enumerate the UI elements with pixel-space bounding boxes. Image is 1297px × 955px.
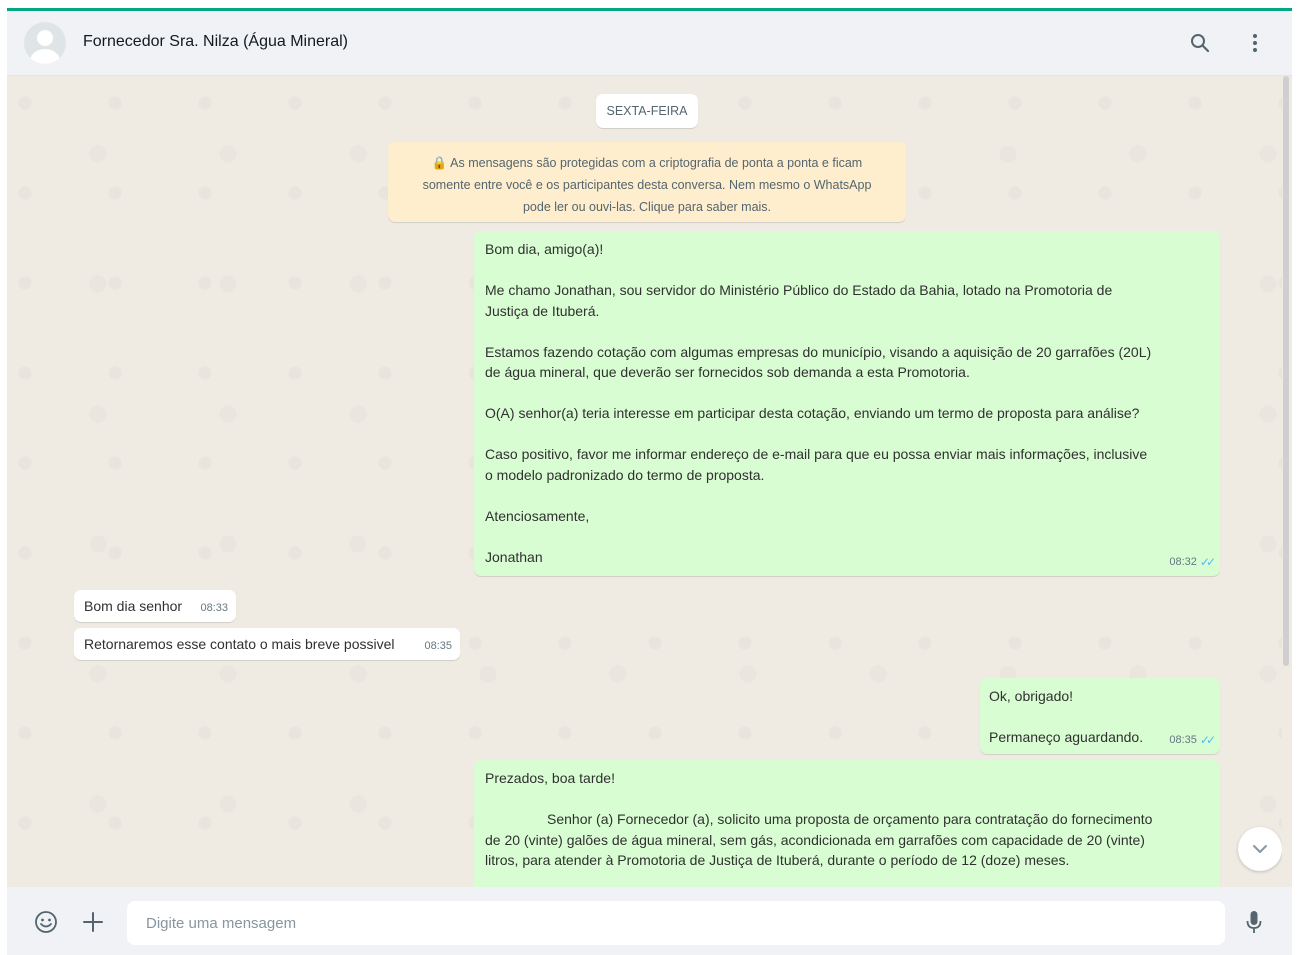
- message-text: o modelo padronizado do termo de propost…: [485, 466, 765, 483]
- read-ticks-icon: ✓✓: [1199, 732, 1216, 747]
- message-text: Ok, obrigado!: [989, 688, 1074, 704]
- message-text: Retornaremos esse contato o mais breve p…: [84, 636, 395, 652]
- encryption-notice[interactable]: 🔒 As mensagens são protegidas com a crip…: [388, 142, 906, 222]
- incoming-message[interactable]: Retornaremos esse contato o mais breve p…: [74, 628, 460, 660]
- message-text: de água mineral, que deverão ser forneci…: [485, 364, 970, 380]
- outgoing-message[interactable]: Prezados, boa tarde! Senhor (a) Forneced…: [474, 760, 1220, 887]
- message-time: 08:33: [200, 601, 228, 614]
- chevron-down-icon: [1253, 845, 1267, 853]
- message-time: 08:35: [424, 639, 452, 652]
- encryption-notice-line: As mensagens são protegidas com a cripto…: [450, 156, 863, 170]
- lock-icon: 🔒: [431, 156, 448, 170]
- message-text: Jonathan: [485, 548, 543, 565]
- outgoing-message[interactable]: Bom dia, amigo(a)! Me chamo Jonathan, so…: [474, 231, 1220, 576]
- menu-icon[interactable]: [1242, 30, 1268, 56]
- scroll-down-button[interactable]: [1238, 827, 1282, 871]
- message-input[interactable]: [127, 901, 1225, 945]
- message-text: O(A) senhor(a) teria interesse em partic…: [485, 405, 1140, 421]
- message-text: Senhor (a) Fornecedor (a), solicito uma …: [547, 811, 1153, 827]
- day-label: SEXTA-FEIRA: [596, 94, 698, 128]
- message-time: 08:35: [1169, 733, 1197, 746]
- message-text: Caso positivo, favor me informar endereç…: [485, 446, 1148, 462]
- read-ticks-icon: ✓✓: [1199, 554, 1216, 569]
- encryption-notice-line: pode ler ou ouvi-las. Clique para saber …: [522, 200, 772, 214]
- avatar-icon[interactable]: [24, 22, 66, 64]
- message-text: Estamos fazendo cotação com algumas empr…: [485, 343, 1152, 360]
- message-text: Bom dia, amigo(a)!: [485, 241, 604, 257]
- search-icon[interactable]: [1187, 30, 1213, 56]
- message-text: de 20 (vinte) galões de água mineral, se…: [485, 831, 1145, 848]
- attach-icon[interactable]: [79, 908, 107, 936]
- message-time: 08:32: [1169, 555, 1197, 568]
- message-text: Atenciosamente,: [485, 507, 590, 524]
- message-text: Bom dia senhor: [84, 598, 183, 614]
- chat-header[interactable]: Fornecedor Sra. Nilza (Água Mineral): [7, 11, 1292, 76]
- outgoing-message[interactable]: Ok, obrigado! Permaneço aguardando. 08:3…: [980, 678, 1220, 754]
- message-text: litros, para atender à Promotoria de Jus…: [485, 852, 1070, 868]
- whatsapp-window: Fornecedor Sra. Nilza (Água Mineral) SEX…: [7, 8, 1292, 955]
- encryption-notice-line: somente entre você e os participantes de…: [422, 178, 872, 192]
- incoming-message[interactable]: Bom dia senhor 08:33: [74, 590, 236, 622]
- microphone-icon[interactable]: [1240, 908, 1268, 936]
- emoji-icon[interactable]: [32, 908, 60, 936]
- message-text: Prezados, boa tarde!: [485, 770, 615, 786]
- composer: [7, 887, 1292, 955]
- message-list[interactable]: SEXTA-FEIRA 🔒 As mensagens são protegida…: [7, 76, 1282, 887]
- contact-name[interactable]: Fornecedor Sra. Nilza (Água Mineral): [83, 33, 348, 51]
- message-text: Justiça de Ituberá.: [485, 302, 600, 319]
- chat-scrollbar[interactable]: [1283, 76, 1289, 666]
- message-text: Me chamo Jonathan, sou servidor do Minis…: [485, 282, 1113, 298]
